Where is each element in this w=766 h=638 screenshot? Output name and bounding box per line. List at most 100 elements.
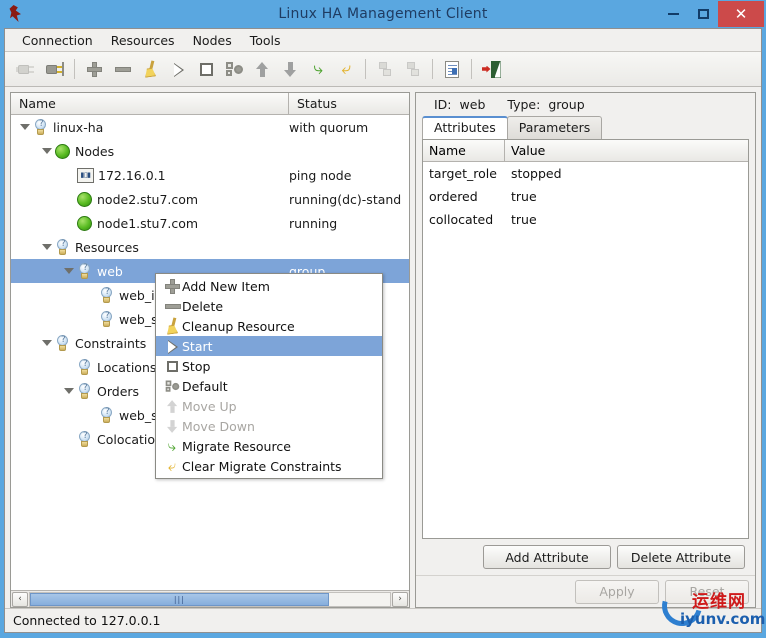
scroll-right-button[interactable]: › <box>392 591 408 607</box>
toolbar-connect-button[interactable] <box>41 55 69 83</box>
attribute-row[interactable]: target_role stopped <box>423 162 748 185</box>
attribute-row[interactable]: collocated true <box>423 208 748 231</box>
tree-row-name: Resources <box>11 238 289 256</box>
chevron-down-icon[interactable] <box>61 383 77 399</box>
tree-row-label: node2.stu7.com <box>97 191 199 207</box>
toolbar-separator <box>74 59 75 79</box>
move-up-icon <box>255 61 269 77</box>
tree-row[interactable]: node1.stu7.com running <box>11 211 409 235</box>
type-value: group <box>548 96 585 112</box>
attr-column-name[interactable]: Name <box>423 140 505 161</box>
tree-row[interactable]: Nodes <box>11 139 409 163</box>
toolbar-stop-button[interactable] <box>192 55 220 83</box>
delete-attribute-button[interactable]: Delete Attribute <box>617 545 745 569</box>
toolbar-move-down-button[interactable] <box>276 55 304 83</box>
disconnect-icon <box>16 61 38 77</box>
client-area: Connection Resources Nodes Tools ⤷ ⤶ Nam… <box>4 28 762 633</box>
toolbar-node-online-button[interactable] <box>399 55 427 83</box>
context-menu-item: Move Down <box>156 416 382 436</box>
maximize-button[interactable] <box>688 0 718 28</box>
toolbar-exit-button[interactable] <box>477 55 505 83</box>
menu-resources[interactable]: Resources <box>102 31 184 50</box>
tree-row[interactable]: Resources <box>11 235 409 259</box>
bulb-icon <box>77 430 93 448</box>
menu-connection[interactable]: Connection <box>13 31 102 50</box>
details-tabs: Attributes Parameters <box>416 115 755 139</box>
tree-row-label: Orders <box>97 383 140 399</box>
attributes-table: Name Value target_role stopped ordered true… <box>422 139 749 539</box>
tree-row[interactable]: linux-ha with quorum <box>11 115 409 139</box>
context-menu-item[interactable]: Stop <box>156 356 382 376</box>
scroll-track[interactable]: ||| <box>29 591 391 607</box>
toolbar-cleanup-button[interactable] <box>136 55 164 83</box>
tree-row-status: ping node <box>289 167 352 183</box>
main-split: Name Status linux-ha with quorum Nodes ▮▯▮1… <box>5 87 761 608</box>
add-attribute-button[interactable]: Add Attribute <box>483 545 611 569</box>
title-bar: Linux HA Management Client ✕ <box>0 0 766 28</box>
bulb-icon <box>77 262 93 280</box>
context-menu-item-label: Migrate Resource <box>182 438 291 454</box>
toolbar-default-button[interactable] <box>220 55 248 83</box>
tree-column-status[interactable]: Status <box>289 93 409 114</box>
toolbar-remove-button[interactable] <box>108 55 136 83</box>
tree-row[interactable]: ▮▯▮ 172.16.0.1 ping node <box>11 163 409 187</box>
tree-row[interactable]: node2.stu7.com running(dc)-stand <box>11 187 409 211</box>
tree-row-label: Locations <box>97 359 157 375</box>
context-menu-item[interactable]: Cleanup Resource <box>156 316 382 336</box>
attribute-row[interactable]: ordered true <box>423 185 748 208</box>
toolbar-document-button[interactable] <box>438 55 466 83</box>
twisty-placeholder <box>61 215 77 231</box>
toolbar-add-button[interactable] <box>80 55 108 83</box>
play-icon <box>162 339 182 354</box>
attr-column-value[interactable]: Value <box>505 140 748 161</box>
toolbar-separator <box>471 59 472 79</box>
scroll-left-button[interactable]: ‹ <box>12 591 28 607</box>
chevron-down-icon[interactable] <box>61 263 77 279</box>
context-menu-item[interactable]: ⤷ Migrate Resource <box>156 436 382 456</box>
toolbar-node-standby-button[interactable] <box>371 55 399 83</box>
apply-button[interactable]: Apply <box>575 579 659 604</box>
tab-parameters[interactable]: Parameters <box>506 116 603 139</box>
attribute-name: target_role <box>429 166 497 181</box>
toolbar-migrate-button[interactable]: ⤷ <box>304 55 332 83</box>
tree-horizontal-scrollbar[interactable]: ‹ ||| › <box>11 590 409 607</box>
context-menu-item[interactable]: ⤶ Clear Migrate Constraints <box>156 456 382 476</box>
bulb-icon <box>99 406 115 424</box>
tree-column-name[interactable]: Name <box>11 93 289 114</box>
plus-icon <box>162 278 182 294</box>
chevron-down-icon[interactable] <box>39 239 55 255</box>
bulb-icon <box>99 310 115 328</box>
context-menu-item[interactable]: Default <box>156 376 382 396</box>
chevron-down-icon[interactable] <box>39 143 55 159</box>
context-menu-item[interactable]: Add New Item <box>156 276 382 296</box>
scroll-thumb[interactable]: ||| <box>30 592 329 606</box>
bulb-icon <box>55 334 71 352</box>
context-menu[interactable]: Add New Item Delete Cleanup Resource Start S… <box>155 273 383 479</box>
chevron-down-icon[interactable] <box>39 335 55 351</box>
context-menu-item-label: Default <box>182 378 228 394</box>
twisty-placeholder <box>61 359 77 375</box>
toolbar-clear-migrate-button[interactable]: ⤶ <box>332 55 360 83</box>
context-menu-item[interactable]: Delete <box>156 296 382 316</box>
toolbar-move-up-button[interactable] <box>248 55 276 83</box>
tree-row-label: Colocation <box>97 431 163 447</box>
toolbar-start-button[interactable] <box>164 55 192 83</box>
attributes-rows: target_role stopped ordered true collocated t… <box>423 162 748 231</box>
broom-icon <box>162 317 182 334</box>
tab-attributes[interactable]: Attributes <box>422 116 508 139</box>
menu-nodes[interactable]: Nodes <box>184 31 241 50</box>
toolbar-separator <box>432 59 433 79</box>
bulb-icon <box>99 286 115 304</box>
close-button[interactable]: ✕ <box>718 1 764 27</box>
arrow-up-icon <box>162 399 182 414</box>
green-status-icon <box>55 143 70 159</box>
attribute-buttons: Add Attribute Delete Attribute <box>422 539 749 575</box>
minimize-button[interactable] <box>658 0 688 28</box>
chevron-down-icon[interactable] <box>17 119 33 135</box>
menu-tools[interactable]: Tools <box>241 31 290 50</box>
context-menu-item[interactable]: Start <box>156 336 382 356</box>
tree-row-name: ▮▯▮ 172.16.0.1 <box>11 167 289 183</box>
tree-row-label: node1.stu7.com <box>97 215 199 231</box>
toolbar-disconnect-button[interactable] <box>13 55 41 83</box>
reset-button[interactable]: Reset <box>665 579 749 604</box>
